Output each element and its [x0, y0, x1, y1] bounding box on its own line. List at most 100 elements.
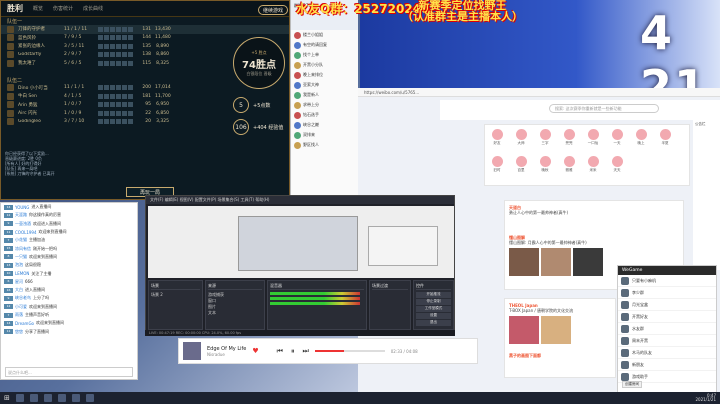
group-member[interactable]: 亚索大神 [291, 80, 358, 90]
start-icon[interactable]: ⊞ [4, 394, 10, 402]
chat-username[interactable]: 峡谷老鸟 [15, 295, 31, 301]
group-member[interactable]: 峡谷之巅 [291, 120, 358, 130]
suggested-user[interactable]: 旧时 [491, 156, 503, 173]
obs-menu-bar[interactable]: 文件(F) 编辑(E) 视图(V) 配置文件(P) 场景集合(S) 工具(T) … [146, 196, 454, 204]
suggested-user[interactable]: 三字 [539, 129, 551, 146]
group-member[interactable]: 我是新人 [291, 90, 358, 100]
control-button[interactable]: 设置 [416, 313, 451, 319]
player-name[interactable]: Dino 小小叮当 [18, 85, 60, 91]
avatar [294, 51, 301, 59]
player-name[interactable]: 紧张的边缘人 [18, 43, 60, 49]
group-member[interactable]: 双排来 [291, 130, 358, 140]
post-author[interactable]: 黑子的画图下面都 [509, 353, 611, 358]
control-button[interactable]: 工作室模式 [416, 306, 451, 312]
group-member[interactable]: 楼兰小姐姐 [291, 30, 358, 40]
chat-input[interactable]: 说点什么吧... [5, 367, 133, 377]
suggested-user[interactable]: 半夏 [659, 129, 671, 146]
tab-overview[interactable]: 概览 [33, 5, 43, 12]
address-bar[interactable]: https://weibo.com/u/5765... [358, 88, 720, 97]
post-image[interactable] [541, 316, 571, 344]
chat-username[interactable]: 凉风有信 [15, 246, 31, 252]
chat-username[interactable]: 小可爱 [15, 304, 27, 310]
player-cs: 131 [142, 26, 151, 32]
player-name[interactable]: 我太难了 [18, 60, 60, 66]
player-name[interactable]: Godingleo [18, 119, 60, 124]
chat-username[interactable]: 悠悠 [15, 329, 23, 335]
next-track-icon[interactable]: ⏭ [302, 347, 308, 356]
suggested-user[interactable]: 百里 [515, 156, 527, 173]
chat-username[interactable]: 一壶浊酒 [15, 221, 31, 227]
tab-growth[interactable]: 成长曲线 [83, 5, 103, 12]
avatar [294, 121, 301, 129]
chat-username[interactable]: DreamGo [15, 321, 34, 326]
chat-username[interactable]: YOUNG [15, 205, 29, 210]
search-icon[interactable] [15, 394, 24, 402]
suggested-user[interactable]: 一口仙 [587, 129, 599, 146]
contact-item[interactable]: 周末开黑 [618, 335, 716, 347]
chat-username[interactable]: 大白 [15, 287, 23, 293]
player-name[interactable]: 牛白 Sen [18, 93, 60, 99]
suggested-user[interactable]: 一天 [611, 129, 623, 146]
chat-username[interactable]: 一只猫 [15, 254, 27, 260]
obs-icon[interactable] [57, 394, 66, 402]
item-icon [122, 110, 127, 116]
qq-icon[interactable] [85, 394, 94, 402]
suggested-user[interactable]: 晚上 [635, 129, 647, 146]
player-name[interactable]: Arin 勇猛 [18, 102, 60, 108]
post-image[interactable] [509, 248, 539, 276]
group-member[interactable]: 开黑小分队 [291, 60, 358, 70]
mixer-dock: 混音器 [267, 280, 367, 330]
tab-damage[interactable]: 伤害统计 [53, 5, 73, 12]
contact-item[interactable]: 李少群 [618, 287, 716, 299]
chat-username[interactable]: 小花猫 [15, 237, 27, 243]
player-name[interactable]: 蓝色风铃 [18, 35, 60, 41]
scene-item[interactable]: 场景 2 [151, 292, 200, 298]
system-clock[interactable]: 0:47 2021/1/21 [695, 394, 716, 402]
source-item[interactable]: 文本 [208, 310, 262, 316]
contact-item[interactable]: 水友群 [618, 323, 716, 335]
suggested-user[interactable]: 米米 [587, 156, 599, 173]
control-button[interactable]: 开始推流 [416, 292, 451, 298]
suggested-user[interactable]: 好友 [491, 129, 503, 146]
browser-icon[interactable] [29, 394, 38, 402]
group-member[interactable]: 求带上分 [291, 100, 358, 110]
like-icon[interactable]: ♥ [252, 347, 258, 355]
prev-track-icon[interactable]: ⏮ [277, 347, 283, 356]
suggested-user[interactable]: 天天 [611, 156, 623, 173]
chat-username[interactable]: COOL1994 [15, 230, 37, 235]
contact-item[interactable]: 新朋友 [618, 359, 716, 371]
control-button[interactable]: 退出 [416, 320, 451, 326]
contact-item[interactable]: 木马的队友 [618, 347, 716, 359]
group-member[interactable]: 野区找人 [291, 140, 358, 150]
contact-item[interactable]: 开黑好友 [618, 311, 716, 323]
chat-username[interactable]: LEMON [15, 271, 29, 276]
suggested-user[interactable]: 雅雅 [563, 156, 575, 173]
group-member[interactable]: 晚上来排位 [291, 70, 358, 80]
chat-username[interactable]: 天涯路 [15, 212, 27, 218]
post-image[interactable] [573, 248, 603, 276]
suggested-user[interactable]: 大师 [515, 129, 527, 146]
pause-icon[interactable]: ⏸ [291, 347, 295, 356]
suggested-user[interactable]: 晚秋 [539, 156, 551, 173]
folder-icon[interactable] [43, 394, 52, 402]
suggested-user[interactable]: 兜兜 [563, 129, 575, 146]
group-member[interactable]: 有空的请回复 [291, 40, 358, 50]
chat-username[interactable]: 泡泡 [15, 262, 23, 268]
search-input[interactable]: 搜索: 这次赛季你重新就是一些新功能 [549, 104, 659, 113]
group-member[interactable]: 找个上单 [291, 50, 358, 60]
player-name[interactable]: 刀锋的守护者 [18, 26, 60, 32]
game-icon[interactable] [71, 394, 80, 402]
chat-username[interactable]: 星河 [15, 279, 23, 285]
continue-button[interactable]: 继续游戏 [258, 5, 288, 15]
contact-item[interactable]: 只要有小麻机 [618, 275, 716, 287]
create-room-button[interactable]: 创建房间 [622, 381, 642, 388]
post-image[interactable] [509, 316, 539, 344]
player-name[interactable]: Airc 闪光 [18, 110, 60, 116]
player-name[interactable]: Godstarfly [18, 52, 60, 57]
control-button[interactable]: 停止录制 [416, 299, 451, 305]
chat-username[interactable]: 雨落 [15, 312, 23, 318]
post-image[interactable] [541, 248, 571, 276]
contact-item[interactable]: 月光宝盒 [618, 299, 716, 311]
progress-bar[interactable] [314, 350, 385, 352]
group-member[interactable]: 钻石选手 [291, 110, 358, 120]
